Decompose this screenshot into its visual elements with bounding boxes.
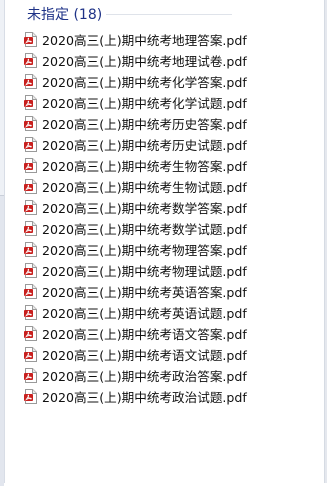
file-name: 2020高三(上)期中统考地理试卷.pdf <box>42 54 247 69</box>
file-name: 2020高三(上)期中统考数学答案.pdf <box>42 201 247 216</box>
pdf-file-icon <box>24 242 37 257</box>
file-item[interactable]: 2020高三(上)期中统考地理试卷.pdf <box>24 50 247 71</box>
file-item[interactable]: 2020高三(上)期中统考物理答案.pdf <box>24 239 247 260</box>
pdf-file-icon <box>24 74 37 89</box>
file-list: 2020高三(上)期中统考地理答案.pdf 2020高三(上)期中统考地理试卷.p… <box>24 29 247 407</box>
pdf-file-icon <box>24 284 37 299</box>
left-pane-edge <box>0 0 5 486</box>
file-name: 2020高三(上)期中统考数学试题.pdf <box>42 222 247 237</box>
pdf-file-icon <box>24 221 37 236</box>
file-name: 2020高三(上)期中统考英语试题.pdf <box>42 306 247 321</box>
group-header-unspecified[interactable]: 未指定 (18) <box>27 3 102 25</box>
file-item[interactable]: 2020高三(上)期中统考生物试题.pdf <box>24 176 247 197</box>
pdf-file-icon <box>24 347 37 362</box>
pdf-file-icon <box>24 95 37 110</box>
file-item[interactable]: 2020高三(上)期中统考英语答案.pdf <box>24 281 247 302</box>
file-item[interactable]: 2020高三(上)期中统考语文试题.pdf <box>24 344 247 365</box>
pdf-file-icon <box>24 263 37 278</box>
pdf-file-icon <box>24 305 37 320</box>
file-item[interactable]: 2020高三(上)期中统考历史试题.pdf <box>24 134 247 155</box>
file-item[interactable]: 2020高三(上)期中统考数学答案.pdf <box>24 197 247 218</box>
group-title: 未指定 (18) <box>27 7 103 23</box>
file-name: 2020高三(上)期中统考历史答案.pdf <box>42 117 247 132</box>
pdf-file-icon <box>24 326 37 341</box>
pdf-file-icon <box>24 179 37 194</box>
file-name: 2020高三(上)期中统考语文答案.pdf <box>42 327 247 342</box>
file-item[interactable]: 2020高三(上)期中统考化学答案.pdf <box>24 71 247 92</box>
file-name: 2020高三(上)期中统考地理答案.pdf <box>42 33 247 48</box>
file-name: 2020高三(上)期中统考政治试题.pdf <box>42 390 247 405</box>
pdf-file-icon <box>24 32 37 47</box>
file-item[interactable]: 2020高三(上)期中统考语文答案.pdf <box>24 323 247 344</box>
left-scrollbar-thumb[interactable] <box>0 195 4 486</box>
file-name: 2020高三(上)期中统考化学答案.pdf <box>42 75 247 90</box>
file-name: 2020高三(上)期中统考生物试题.pdf <box>42 180 247 195</box>
pdf-file-icon <box>24 368 37 383</box>
file-item[interactable]: 2020高三(上)期中统考英语试题.pdf <box>24 302 247 323</box>
pdf-file-icon <box>24 116 37 131</box>
file-name: 2020高三(上)期中统考物理试题.pdf <box>42 264 247 279</box>
file-name: 2020高三(上)期中统考英语答案.pdf <box>42 285 247 300</box>
pdf-file-icon <box>24 389 37 404</box>
file-name: 2020高三(上)期中统考物理答案.pdf <box>42 243 247 258</box>
file-name: 2020高三(上)期中统考语文试题.pdf <box>42 348 247 363</box>
file-name: 2020高三(上)期中统考历史试题.pdf <box>42 138 247 153</box>
file-item[interactable]: 2020高三(上)期中统考政治试题.pdf <box>24 386 247 407</box>
file-item[interactable]: 2020高三(上)期中统考数学试题.pdf <box>24 218 247 239</box>
pdf-file-icon <box>24 158 37 173</box>
file-name: 2020高三(上)期中统考生物答案.pdf <box>42 159 247 174</box>
file-item[interactable]: 2020高三(上)期中统考政治答案.pdf <box>24 365 247 386</box>
file-name: 2020高三(上)期中统考政治答案.pdf <box>42 369 247 384</box>
group-divider <box>106 14 232 15</box>
file-item[interactable]: 2020高三(上)期中统考地理答案.pdf <box>24 29 247 50</box>
pdf-file-icon <box>24 200 37 215</box>
file-item[interactable]: 2020高三(上)期中统考生物答案.pdf <box>24 155 247 176</box>
file-item[interactable]: 2020高三(上)期中统考历史答案.pdf <box>24 113 247 134</box>
pdf-file-icon <box>24 137 37 152</box>
pdf-file-icon <box>24 53 37 68</box>
file-item[interactable]: 2020高三(上)期中统考物理试题.pdf <box>24 260 247 281</box>
file-item[interactable]: 2020高三(上)期中统考化学试题.pdf <box>24 92 247 113</box>
file-name: 2020高三(上)期中统考化学试题.pdf <box>42 96 247 111</box>
